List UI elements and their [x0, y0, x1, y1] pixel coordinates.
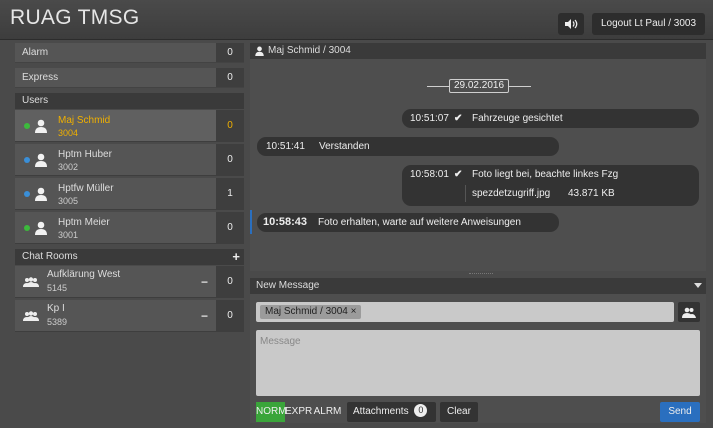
app-title: RUAG TMSG [10, 6, 140, 29]
priority-expr-button[interactable]: EXPR [285, 402, 312, 422]
sound-button[interactable] [558, 13, 584, 35]
chat-title: Maj Schmid / 3004 [268, 45, 351, 56]
chatroom-id: 5389 [47, 317, 68, 327]
person-icon [255, 46, 264, 56]
leave-chatroom-button[interactable]: − [201, 309, 208, 323]
panel-resize-handle[interactable] [469, 273, 493, 274]
message-time: 10:51:07 [410, 113, 449, 124]
alarm-label: Alarm [22, 47, 49, 58]
users-section-title: Users [15, 93, 244, 109]
person-icon [35, 187, 47, 201]
date-divider-right [509, 86, 531, 87]
user-item-hptm-huber[interactable]: Hptm Huber 3002 0 [15, 144, 244, 176]
message-time: 10:58:01 [410, 169, 449, 180]
recipient-token[interactable]: Maj Schmid / 3004 × [260, 305, 362, 319]
message-text: Foto erhalten, warte auf weitere Anweisu… [318, 217, 521, 228]
user-id: 3002 [58, 162, 79, 172]
delivered-check-icon: ✔ [454, 113, 463, 124]
clear-button[interactable]: Clear [440, 402, 478, 422]
sidebar-item-express[interactable]: Express 0 [15, 68, 244, 88]
user-item-hptm-meier[interactable]: Hptm Meier 3001 0 [15, 212, 244, 244]
chatrooms-title: Chat Rooms [22, 251, 78, 262]
group-icon [23, 277, 39, 287]
priority-alrm-button[interactable]: ALRM [312, 402, 343, 422]
message-input[interactable]: Message [256, 330, 700, 396]
express-label: Express [22, 72, 59, 83]
user-id: 3004 [58, 128, 79, 138]
message-text: Fahrzeuge gesichtet [472, 113, 563, 124]
message-incoming: 10:58:43 Foto erhalten, warte auf weiter… [257, 213, 559, 232]
new-message-marker [250, 210, 252, 234]
new-message-title: New Message [256, 280, 320, 291]
chatroom-item-kp-i[interactable]: Kp I 5389 − 0 [15, 300, 244, 332]
add-chatroom-button[interactable]: + [232, 249, 240, 265]
app-header: RUAG TMSG Logout Lt Paul / 3003 [0, 0, 713, 40]
delivered-check-icon: ✔ [454, 169, 463, 180]
online-status-dot [24, 123, 30, 129]
alarm-count: 0 [216, 43, 244, 62]
speaker-icon [565, 19, 578, 29]
attachment-size: 43.871 KB [568, 188, 615, 199]
sidebar-item-alarm[interactable]: Alarm 0 [15, 43, 244, 63]
chevron-down-icon[interactable] [694, 283, 702, 288]
send-button[interactable]: Send [660, 402, 700, 422]
date-divider-left [427, 86, 449, 87]
logout-button[interactable]: Logout Lt Paul / 3003 [592, 13, 705, 35]
recipient-field[interactable]: Maj Schmid / 3004 × [256, 302, 674, 322]
chatroom-item-aufklaerung-west[interactable]: Aufklärung West 5145 − 0 [15, 266, 244, 298]
attachment-filename[interactable]: spezdetzugriff.jpg [472, 184, 550, 203]
message-outgoing: 10:51:07 ✔ Fahrzeuge gesichtet [402, 109, 699, 128]
online-status-dot [24, 225, 30, 231]
user-name: Maj Schmid [58, 115, 111, 126]
chat-header: Maj Schmid / 3004 [250, 43, 706, 59]
new-message-panel: New Message Maj Schmid / 3004 × Message … [250, 278, 706, 423]
message-text: Foto liegt bei, beachte linkes Fzg [472, 169, 619, 180]
user-unread-count: 0 [216, 144, 244, 175]
user-name: Hptm Huber [58, 149, 112, 160]
sidebar: Alarm 0 Express 0 Users Maj Schmid 3004 … [15, 43, 244, 423]
chatroom-unread-count: 0 [216, 300, 244, 331]
person-icon [35, 119, 47, 133]
new-message-header[interactable]: New Message [250, 278, 706, 294]
user-name: Hptfw Müller [58, 183, 114, 194]
person-icon [35, 221, 47, 235]
attachment-divider [465, 185, 466, 202]
date-separator: 29.02.2016 [449, 79, 509, 93]
online-status-dot [24, 191, 30, 197]
message-outgoing-attachment: 10:58:01 ✔ Foto liegt bei, beachte linke… [402, 165, 699, 206]
message-time: 10:51:41 [266, 141, 305, 152]
chatroom-name: Aufklärung West [47, 269, 121, 280]
express-count: 0 [216, 68, 244, 87]
user-id: 3005 [58, 196, 79, 206]
chat-panel: Maj Schmid / 3004 29.02.2016 10:51:07 ✔ … [250, 43, 706, 271]
person-icon [35, 153, 47, 167]
contacts-icon [682, 307, 696, 318]
user-unread-count: 0 [216, 212, 244, 243]
user-item-hptfw-mueller[interactable]: Hptfw Müller 3005 1 [15, 178, 244, 210]
message-time: 10:58:43 [263, 216, 308, 228]
attachments-count-badge: 0 [414, 404, 428, 417]
leave-chatroom-button[interactable]: − [201, 275, 208, 289]
group-icon [23, 311, 39, 321]
user-unread-count: 0 [216, 110, 244, 141]
chatroom-name: Kp I [47, 303, 65, 314]
priority-norm-button[interactable]: NORM [256, 402, 287, 422]
user-id: 3001 [58, 230, 79, 240]
user-unread-count: 1 [216, 178, 244, 209]
chatrooms-section-title: Chat Rooms + [15, 249, 244, 265]
message-incoming: 10:51:41 Verstanden [257, 137, 559, 156]
message-text: Verstanden [319, 141, 370, 152]
address-book-button[interactable] [678, 302, 700, 322]
attachments-label: Attachments [353, 406, 409, 417]
attachments-button[interactable]: Attachments 0 [347, 402, 436, 422]
user-item-maj-schmid[interactable]: Maj Schmid 3004 0 [15, 110, 244, 142]
user-name: Hptm Meier [58, 217, 110, 228]
chatroom-id: 5145 [47, 283, 68, 293]
chatroom-unread-count: 0 [216, 266, 244, 297]
online-status-dot [24, 157, 30, 163]
